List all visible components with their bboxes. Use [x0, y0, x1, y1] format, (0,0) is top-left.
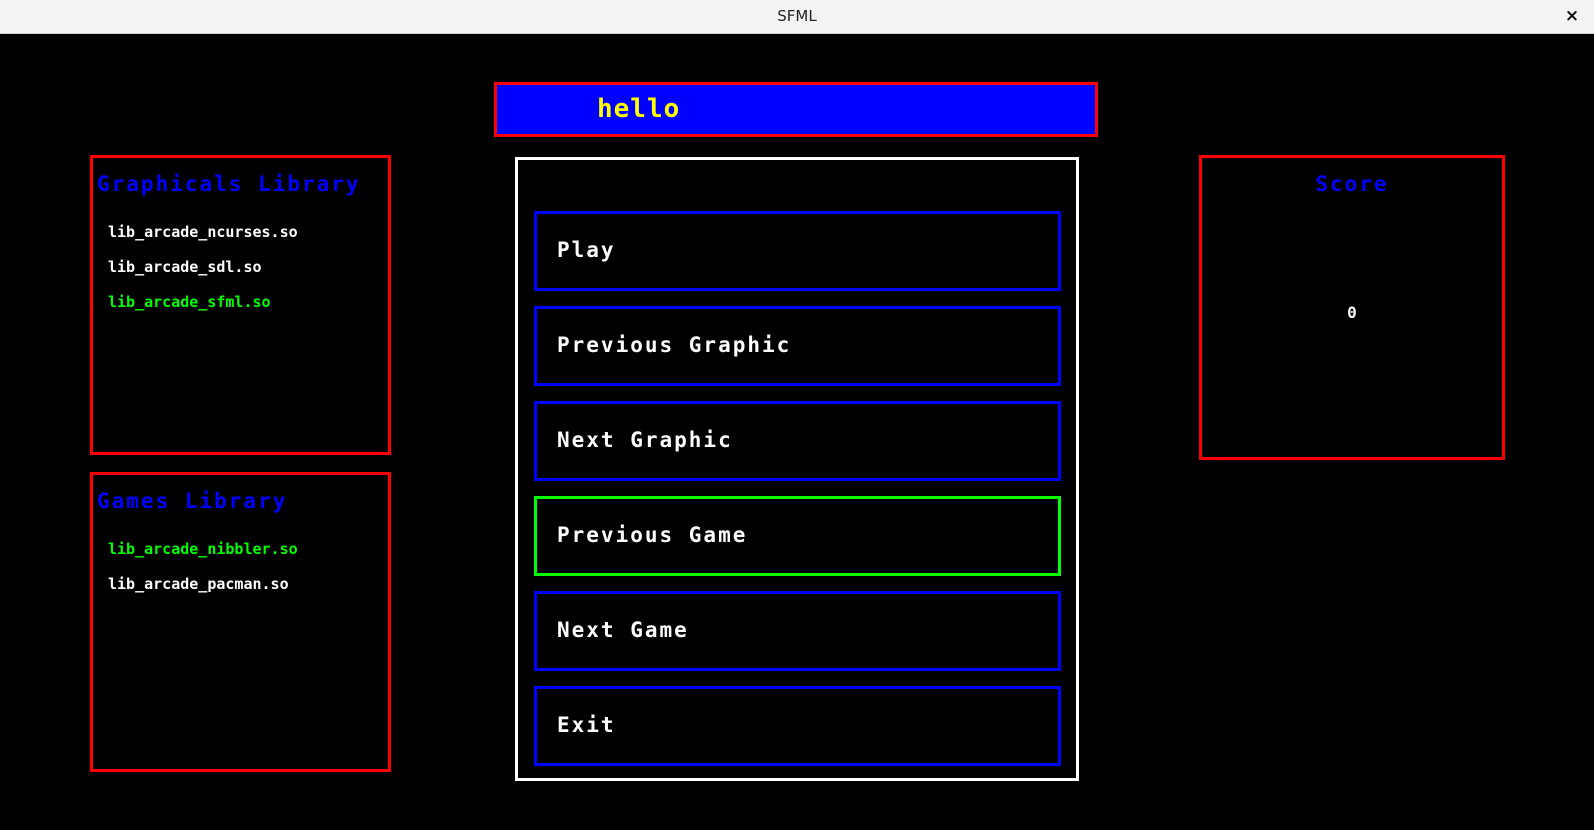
main-menu: Play Previous Graphic Next Graphic Previ…: [515, 157, 1079, 781]
games-library-panel: Games Library lib_arcade_nibbler.so lib_…: [90, 472, 391, 772]
previous-graphic-button[interactable]: Previous Graphic: [534, 306, 1061, 386]
score-title: Score: [1315, 172, 1389, 196]
window-titlebar: SFML ×: [0, 0, 1594, 34]
score-value: 0: [1347, 303, 1357, 322]
score-panel: Score 0: [1199, 155, 1505, 460]
play-button-label: Play: [557, 238, 616, 262]
graphics-library-item[interactable]: lib_arcade_sdl.so: [108, 258, 298, 293]
player-name-text: hello: [597, 94, 681, 124]
game-canvas: hello Graphicals Library lib_arcade_ncur…: [0, 34, 1594, 830]
graphics-library-panel: Graphicals Library lib_arcade_ncurses.so…: [90, 155, 391, 455]
exit-button-label: Exit: [557, 713, 616, 737]
games-library-item-active[interactable]: lib_arcade_nibbler.so: [108, 540, 298, 575]
window-title: SFML: [777, 7, 817, 25]
games-library-item[interactable]: lib_arcade_pacman.so: [108, 575, 298, 610]
player-name-box[interactable]: hello: [494, 82, 1098, 137]
graphics-library-list: lib_arcade_ncurses.so lib_arcade_sdl.so …: [108, 223, 298, 328]
next-game-button-label: Next Game: [557, 618, 689, 642]
next-graphic-button[interactable]: Next Graphic: [534, 401, 1061, 481]
next-graphic-button-label: Next Graphic: [557, 428, 733, 452]
graphics-library-item[interactable]: lib_arcade_ncurses.so: [108, 223, 298, 258]
graphics-library-title: Graphicals Library: [97, 172, 361, 196]
exit-button[interactable]: Exit: [534, 686, 1061, 766]
previous-graphic-button-label: Previous Graphic: [557, 333, 792, 357]
next-game-button[interactable]: Next Game: [534, 591, 1061, 671]
play-button[interactable]: Play: [534, 211, 1061, 291]
games-library-title: Games Library: [97, 489, 288, 513]
close-icon[interactable]: ×: [1560, 0, 1584, 33]
games-library-list: lib_arcade_nibbler.so lib_arcade_pacman.…: [108, 540, 298, 610]
graphics-library-item-active[interactable]: lib_arcade_sfml.so: [108, 293, 298, 328]
previous-game-button[interactable]: Previous Game: [534, 496, 1061, 576]
previous-game-button-label: Previous Game: [557, 523, 748, 547]
